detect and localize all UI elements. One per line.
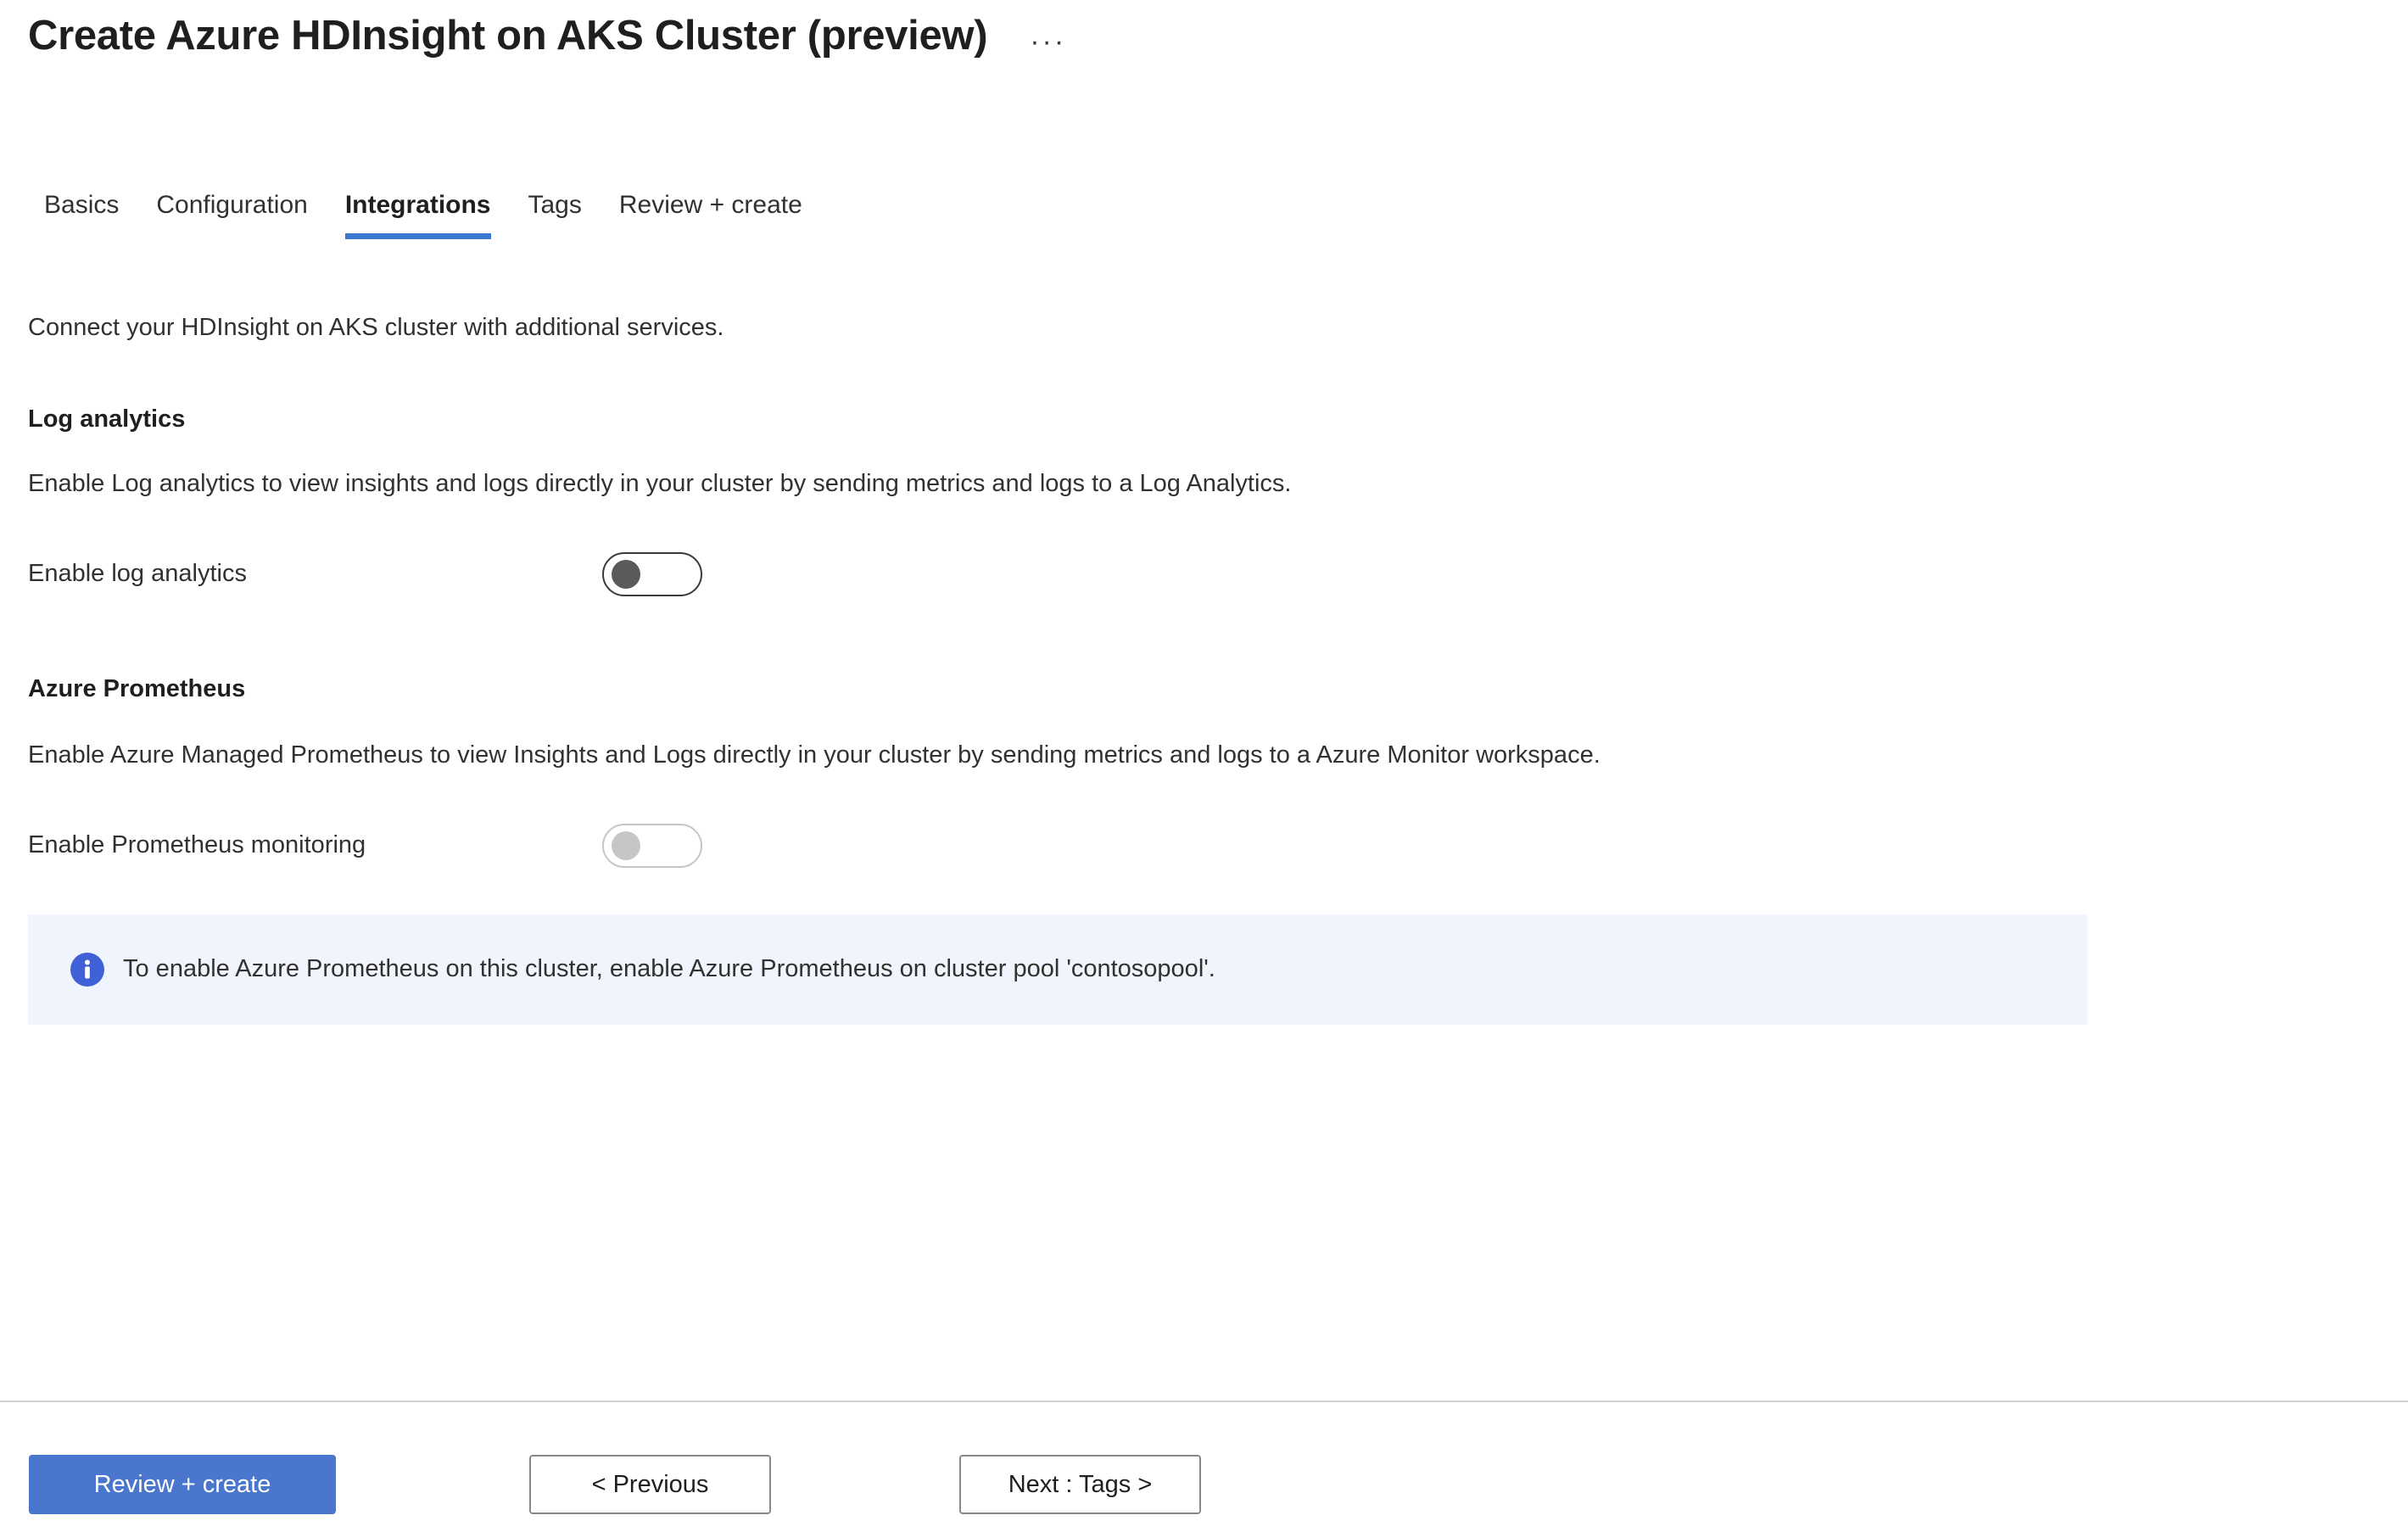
- label-enable-log-analytics: Enable log analytics: [28, 560, 247, 588]
- more-options-icon[interactable]: ···: [1030, 23, 1066, 57]
- label-enable-prometheus-monitoring: Enable Prometheus monitoring: [28, 831, 366, 859]
- info-circle-icon: [70, 953, 104, 987]
- toggle-thumb: [612, 560, 640, 589]
- previous-button[interactable]: < Previous: [529, 1455, 771, 1514]
- section-description-log-analytics: Enable Log analytics to view insights an…: [28, 470, 1292, 497]
- tab-basics[interactable]: Basics: [25, 190, 137, 239]
- info-banner-text: To enable Azure Prometheus on this clust…: [123, 955, 1215, 983]
- toggle-enable-prometheus-monitoring: [602, 824, 702, 868]
- section-description-azure-prometheus: Enable Azure Managed Prometheus to view …: [28, 741, 1601, 769]
- review-create-button[interactable]: Review + create: [29, 1455, 336, 1514]
- tab-tags[interactable]: Tags: [510, 190, 601, 239]
- page-title: Create Azure HDInsight on AKS Cluster (p…: [28, 13, 988, 59]
- tab-integrations[interactable]: Integrations: [327, 190, 510, 239]
- intro-text: Connect your HDInsight on AKS cluster wi…: [28, 314, 724, 341]
- section-heading-azure-prometheus: Azure Prometheus: [28, 675, 246, 702]
- toggle-thumb: [612, 831, 640, 860]
- toggle-enable-log-analytics[interactable]: [602, 552, 702, 596]
- footer-divider: [0, 1401, 2408, 1402]
- next-button[interactable]: Next : Tags >: [959, 1455, 1201, 1514]
- wizard-tabs: Basics Configuration Integrations Tags R…: [25, 190, 821, 239]
- field-row-enable-prometheus-monitoring: Enable Prometheus monitoring: [28, 821, 702, 870]
- footer-actions: Review + create < Previous Next : Tags >: [25, 1455, 1201, 1514]
- tab-review-create[interactable]: Review + create: [601, 190, 821, 239]
- info-banner: To enable Azure Prometheus on this clust…: [28, 914, 2087, 1025]
- tab-configuration[interactable]: Configuration: [137, 190, 326, 239]
- field-row-enable-log-analytics: Enable log analytics: [28, 550, 702, 599]
- page-header: Create Azure HDInsight on AKS Cluster (p…: [28, 12, 1066, 59]
- section-heading-log-analytics: Log analytics: [28, 405, 186, 433]
